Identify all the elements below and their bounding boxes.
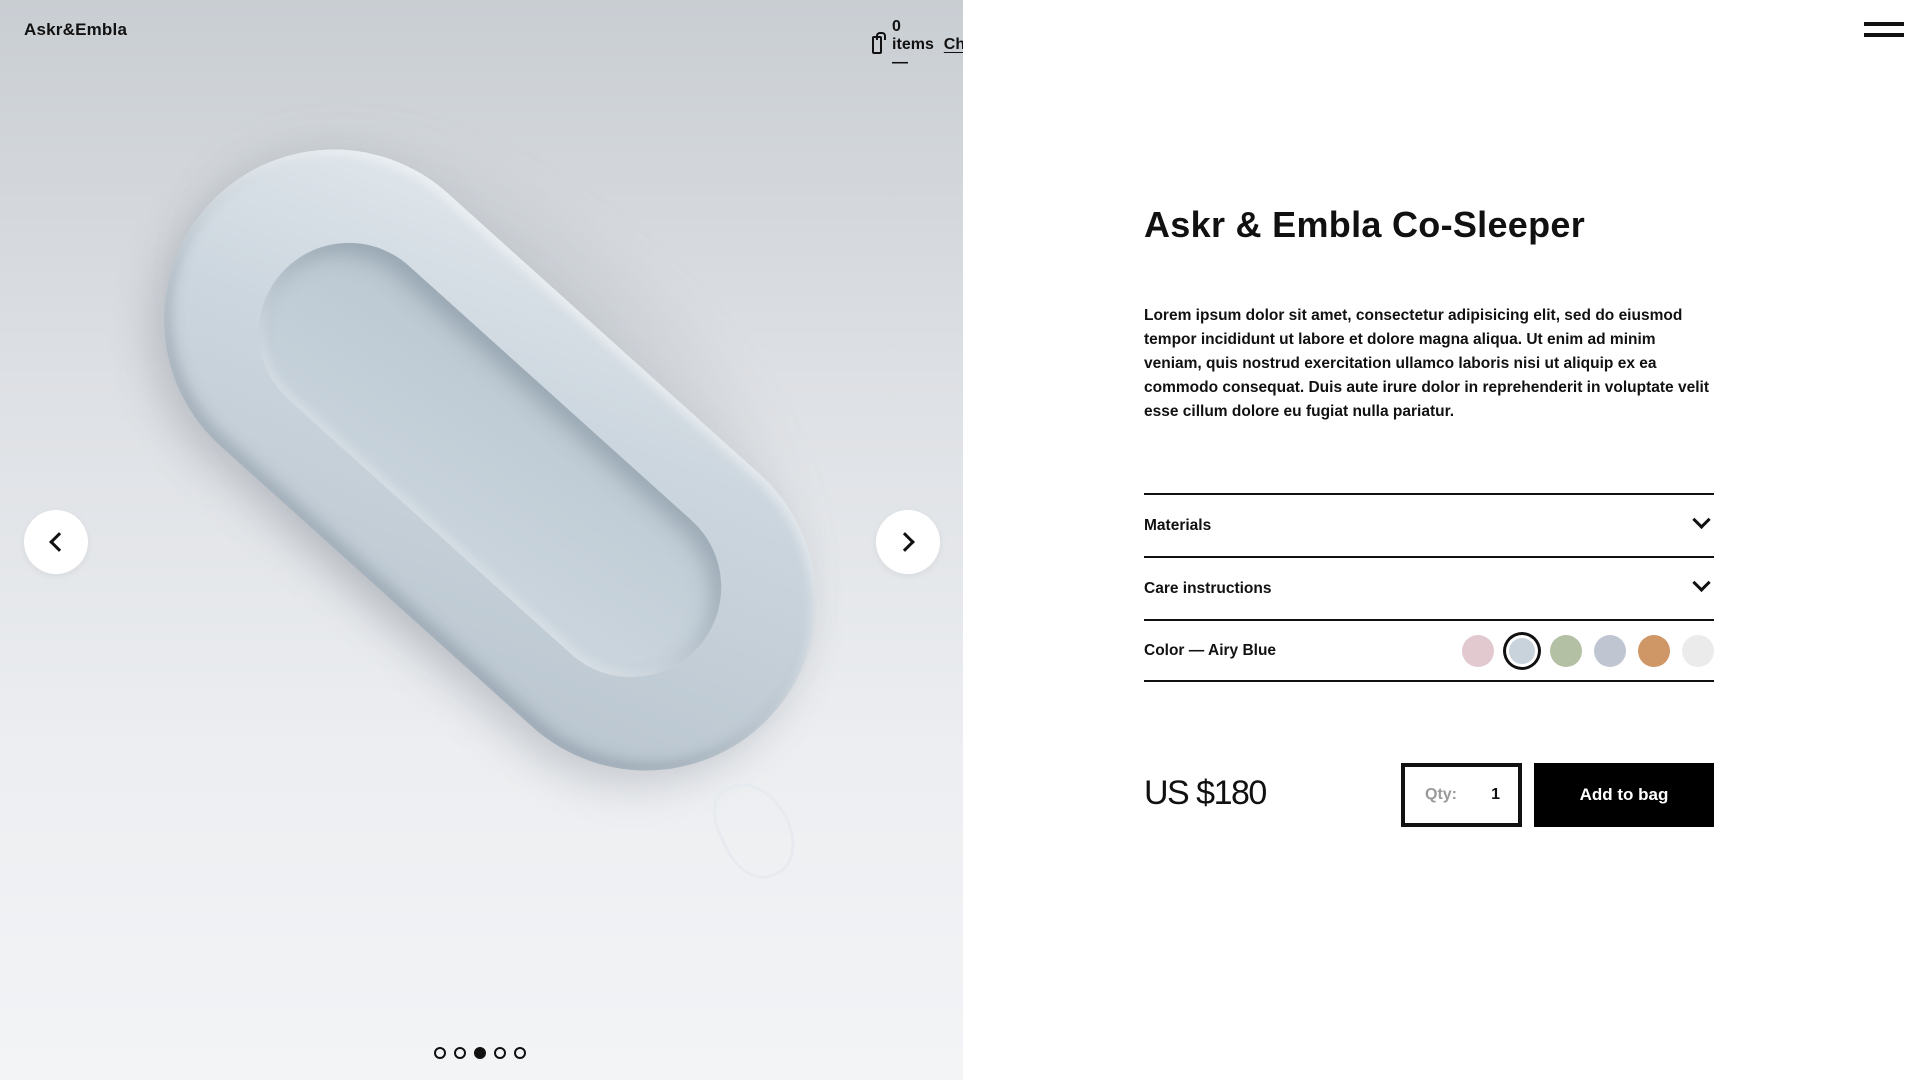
gallery-dot[interactable] <box>514 1047 526 1059</box>
quantity-value[interactable]: 1 <box>1491 786 1500 804</box>
color-swatch-grey-blue[interactable] <box>1594 634 1626 667</box>
color-swatches <box>1462 634 1714 667</box>
menu-button[interactable] <box>1864 22 1904 40</box>
gallery-dot[interactable] <box>434 1047 446 1059</box>
chevron-down-icon <box>1692 510 1711 530</box>
next-image-button[interactable] <box>876 510 940 574</box>
color-label: Color — Airy Blue <box>1144 641 1277 659</box>
color-swatch-light-grey[interactable] <box>1682 634 1714 667</box>
product-accordion: Materials Care instructions Color — Airy… <box>1144 493 1714 682</box>
chevron-down-icon <box>1692 573 1711 593</box>
cart-summary: 0 items — Checkout <box>872 18 963 72</box>
color-selector: Color — Airy Blue <box>1144 619 1714 682</box>
quantity-label: Qty: <box>1425 786 1457 803</box>
color-swatch-sage[interactable] <box>1550 634 1582 667</box>
product-tie <box>702 769 808 891</box>
care-accordion[interactable]: Care instructions <box>1144 556 1714 619</box>
materials-accordion[interactable]: Materials <box>1144 493 1714 556</box>
color-swatch-airy-blue[interactable] <box>1509 637 1535 664</box>
quantity-field[interactable]: Qty: 1 <box>1401 763 1522 827</box>
brand-logo[interactable]: Askr&Embla <box>24 20 127 40</box>
cart-count: 0 items — <box>892 18 934 71</box>
previous-image-button[interactable] <box>24 510 88 574</box>
product-gallery: Askr&Embla 0 items — Checkout <box>0 0 963 1080</box>
gallery-dot[interactable] <box>454 1047 466 1059</box>
color-swatch-pink[interactable] <box>1462 634 1494 667</box>
add-to-bag-button[interactable]: Add to bag <box>1534 763 1714 827</box>
shopping-bag-icon <box>872 32 887 54</box>
product-price: US $180 <box>1144 774 1267 812</box>
checkout-link[interactable]: Checkout <box>944 36 963 54</box>
menu-line <box>1864 33 1904 37</box>
gallery-dot-active[interactable] <box>474 1047 486 1059</box>
gallery-pagination <box>434 1047 526 1059</box>
gallery-dot[interactable] <box>494 1047 506 1059</box>
product-description: Lorem ipsum dolor sit amet, consectetur … <box>1144 307 1709 420</box>
product-title: Askr & Embla Co-Sleeper <box>1144 204 1586 245</box>
color-swatch-caramel[interactable] <box>1638 634 1670 667</box>
care-label: Care instructions <box>1144 579 1272 597</box>
menu-line <box>1864 22 1904 26</box>
chevron-left-icon <box>49 532 69 552</box>
chevron-right-icon <box>895 532 915 552</box>
materials-label: Materials <box>1144 516 1212 534</box>
